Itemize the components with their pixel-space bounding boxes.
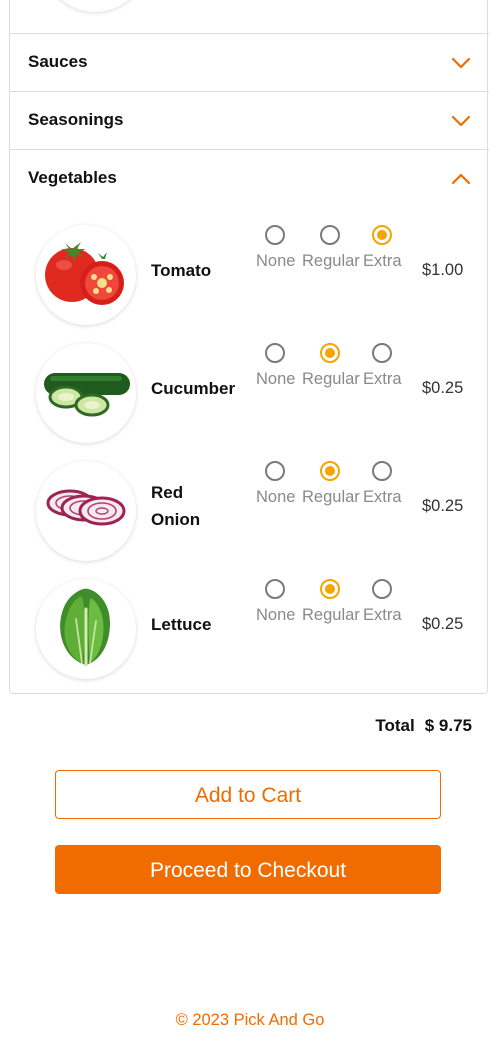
- chevron-down-icon: [451, 115, 471, 127]
- radio-regular-selected[interactable]: [320, 461, 340, 481]
- customization-panel: Sauces Seasonings Vegetables Tomato None…: [9, 0, 489, 697]
- vegetable-name-line2: Onion: [151, 510, 201, 529]
- option-label: Regular: [302, 488, 360, 506]
- option-label: Regular: [302, 606, 360, 624]
- add-to-cart-button[interactable]: Add to Cart: [55, 770, 441, 819]
- radio-extra-selected[interactable]: [372, 225, 392, 245]
- vegetable-row-lettuce: Lettuce None Regular Extra $0.25: [10, 579, 489, 697]
- footer-copyright: © 2023 Pick And Go: [175, 1011, 325, 1029]
- option-label: Extra: [363, 606, 402, 624]
- tomato-icon: [36, 225, 136, 325]
- vegetable-name: Tomato: [151, 261, 212, 280]
- accordion-sauces[interactable]: Sauces: [10, 33, 489, 90]
- option-label: None: [256, 370, 296, 388]
- chevron-down-icon: [451, 57, 471, 69]
- radio-none[interactable]: [265, 343, 285, 363]
- chevron-up-icon: [451, 173, 471, 185]
- vegetable-name: Lettuce: [151, 615, 212, 634]
- radio-regular-selected[interactable]: [320, 579, 340, 599]
- vegetable-row-red-onion: Red Onion None Regular Extra $0.25: [10, 461, 489, 579]
- option-label: None: [256, 252, 296, 270]
- order-total: Total $ 9.75: [375, 716, 472, 736]
- vegetable-price: $0.25: [422, 497, 464, 515]
- vegetable-name: Cucumber: [151, 379, 236, 398]
- accordion-title: Vegetables: [28, 168, 117, 187]
- option-label: Regular: [302, 370, 360, 388]
- vegetable-price: $0.25: [422, 379, 464, 397]
- total-value: $ 9.75: [424, 716, 472, 735]
- option-label: None: [256, 606, 296, 624]
- radio-none[interactable]: [265, 225, 285, 245]
- option-label: Regular: [302, 252, 360, 270]
- proceed-to-checkout-button[interactable]: Proceed to Checkout: [55, 845, 441, 894]
- previous-item-thumbnail: [46, 0, 144, 12]
- option-label: Extra: [363, 370, 402, 388]
- vegetable-row-tomato: Tomato None Regular Extra $1.00: [10, 225, 489, 343]
- cucumber-icon: [36, 343, 136, 443]
- radio-none[interactable]: [265, 579, 285, 599]
- lettuce-icon: [36, 579, 136, 679]
- radio-none[interactable]: [265, 461, 285, 481]
- radio-extra[interactable]: [372, 343, 392, 363]
- accordion-title: Sauces: [28, 52, 88, 71]
- red-onion-icon: [36, 461, 136, 561]
- vegetable-row-cucumber: Cucumber None Regular Extra $0.25: [10, 343, 489, 461]
- option-label: None: [256, 488, 296, 506]
- accordion-vegetables[interactable]: Vegetables: [10, 149, 489, 206]
- vegetable-price: $1.00: [422, 261, 464, 279]
- option-label: Extra: [363, 252, 402, 270]
- radio-extra[interactable]: [372, 579, 392, 599]
- vegetable-price: $0.25: [422, 615, 464, 633]
- radio-regular-selected[interactable]: [320, 343, 340, 363]
- radio-extra[interactable]: [372, 461, 392, 481]
- radio-regular[interactable]: [320, 225, 340, 245]
- vegetable-name-line1: Red: [151, 483, 184, 502]
- accordion-title: Seasonings: [28, 110, 124, 129]
- total-label: Total: [375, 716, 415, 735]
- option-label: Extra: [363, 488, 402, 506]
- accordion-seasonings[interactable]: Seasonings: [10, 91, 489, 148]
